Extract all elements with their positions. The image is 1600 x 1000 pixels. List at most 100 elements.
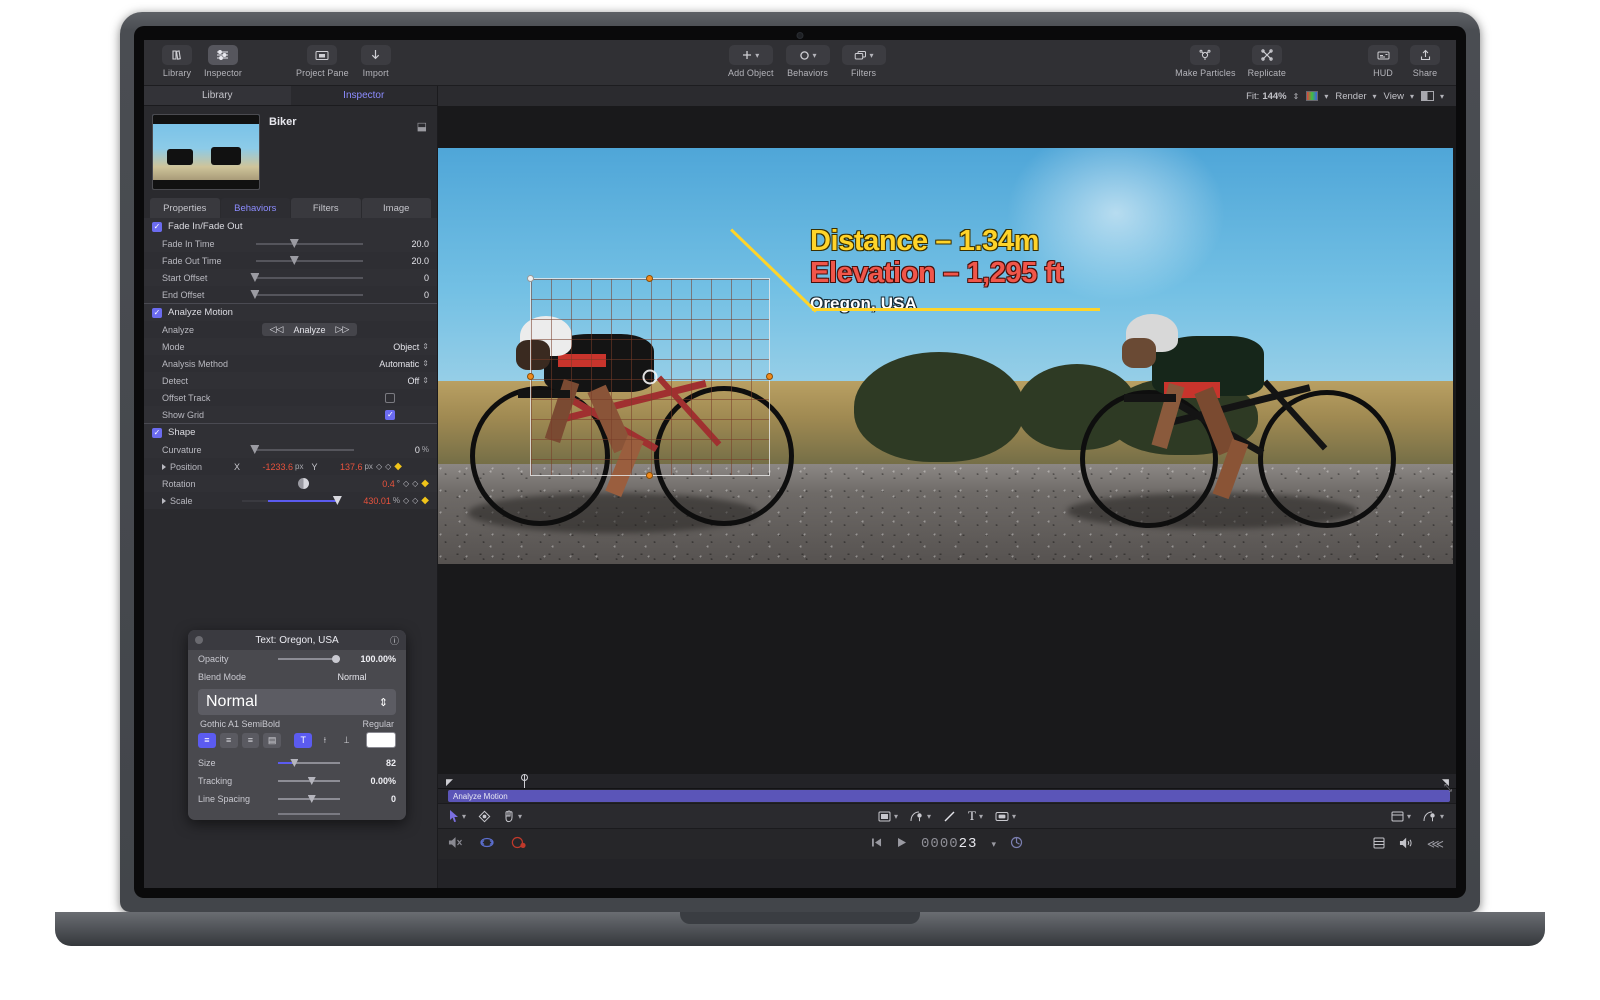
size-value[interactable]: 82 bbox=[348, 758, 396, 768]
shape-checkbox[interactable]: ✓ bbox=[152, 427, 162, 438]
end-offset-value[interactable]: 0 bbox=[371, 290, 429, 300]
overlay-elevation-text[interactable]: Elevation – 1,295 ft bbox=[810, 258, 1140, 289]
channels-control[interactable]: ▾ bbox=[1306, 91, 1328, 101]
keyframe-add-icon[interactable]: ◆ bbox=[421, 478, 429, 489]
align-left-icon[interactable]: ≡ bbox=[198, 732, 216, 748]
forward-icon[interactable]: ▷▷ bbox=[336, 324, 350, 335]
blend-mode-select[interactable]: Normal ⇕ bbox=[198, 689, 396, 715]
chevron-down-icon[interactable]: ▾ bbox=[518, 812, 522, 821]
chevron-down-icon[interactable]: ▾ bbox=[927, 812, 931, 821]
record-keyframe-icon[interactable] bbox=[511, 836, 526, 852]
info-icon[interactable]: ⓘ bbox=[390, 634, 399, 647]
pane-tab-library[interactable]: Library bbox=[144, 86, 291, 105]
asset-thumbnail[interactable] bbox=[152, 114, 260, 190]
line-spacing-value[interactable]: 0 bbox=[348, 794, 396, 804]
row-rotation[interactable]: Rotation 0.4 ° ◇ ◇ ◆ bbox=[144, 475, 437, 492]
align-right-icon[interactable]: ≡ bbox=[241, 732, 260, 748]
scale-value[interactable]: 430.01 bbox=[347, 496, 391, 506]
row-show-grid[interactable]: Show Grid ✓ ⇕ bbox=[144, 406, 437, 423]
text-overlay-group[interactable]: Distance – 1.34m Elevation – 1,295 ft Or… bbox=[730, 226, 1140, 314]
scale-slider[interactable] bbox=[234, 495, 347, 507]
text-bottom-align-icon[interactable]: ⟘ bbox=[338, 733, 356, 748]
close-icon[interactable] bbox=[195, 636, 203, 644]
share-button[interactable]: Share bbox=[1404, 40, 1446, 78]
handle-top-center[interactable] bbox=[646, 275, 653, 282]
import-button[interactable]: Import bbox=[355, 40, 397, 78]
fade-in-time-slider[interactable] bbox=[248, 238, 371, 250]
row-start-offset[interactable]: Start Offset 0 bbox=[144, 269, 437, 286]
make-particles-button[interactable]: Make Particles bbox=[1169, 40, 1241, 78]
stepper-icon[interactable]: ⇕ bbox=[422, 376, 429, 385]
position-y-value[interactable]: 137.6 bbox=[320, 462, 363, 472]
inspector-toggle-button[interactable]: Inspector bbox=[198, 40, 248, 78]
pan-hand-tool[interactable]: ▾ bbox=[497, 810, 528, 823]
handle-bottom-center[interactable] bbox=[646, 472, 653, 479]
selection-bounding-box[interactable] bbox=[527, 275, 773, 479]
select-arrow-tool[interactable]: ▾ bbox=[444, 810, 472, 823]
row-curvature[interactable]: Curvature 0 % bbox=[144, 441, 437, 458]
behaviors-button[interactable]: ▾ Behaviors bbox=[780, 40, 836, 78]
analysis-method-value[interactable]: Automatic bbox=[361, 359, 419, 369]
font-name[interactable]: Gothic A1 SemiBold bbox=[200, 719, 280, 729]
analyze-button-group[interactable]: ◁◁ Analyze ▷▷ bbox=[261, 323, 358, 336]
curvature-value[interactable]: 0 bbox=[362, 445, 420, 455]
detect-value[interactable]: Off bbox=[361, 376, 419, 386]
replicate-button[interactable]: Replicate bbox=[1242, 40, 1292, 78]
opacity-slider[interactable] bbox=[278, 655, 340, 663]
analyze-motion-checkbox[interactable]: ✓ bbox=[152, 307, 162, 318]
play-icon[interactable] bbox=[896, 837, 907, 851]
disclosure-triangle-icon[interactable] bbox=[162, 463, 166, 470]
view-menu[interactable]: View ▾ bbox=[1384, 91, 1414, 102]
chevron-down-icon[interactable]: ▾ bbox=[979, 812, 983, 821]
row-position[interactable]: Position X -1233.6 px Y 137.6 px ◇ ◇ ◆ bbox=[144, 458, 437, 475]
keyframe-next-icon[interactable]: ◇ bbox=[385, 462, 391, 471]
chevron-down-icon[interactable]: ▾ bbox=[1440, 812, 1444, 821]
blend-mode-value[interactable]: Normal bbox=[308, 672, 396, 682]
panel-resize-handle[interactable]: ⤡ bbox=[1444, 783, 1452, 794]
keyframe-next-icon[interactable]: ◇ bbox=[412, 496, 418, 505]
collapse-panel-icon[interactable]: ⋘ bbox=[1427, 837, 1444, 851]
tab-properties[interactable]: Properties bbox=[150, 198, 220, 218]
disclosure-triangle-icon[interactable] bbox=[162, 497, 166, 504]
text-middle-align-icon[interactable]: ⟊ bbox=[316, 733, 334, 748]
end-offset-slider[interactable] bbox=[248, 289, 371, 301]
row-detect[interactable]: Detect Off ⇕ bbox=[144, 372, 437, 389]
filters-button[interactable]: ▾ Filters bbox=[836, 40, 892, 78]
font-style[interactable]: Regular bbox=[362, 719, 394, 729]
text-color-swatch[interactable] bbox=[365, 732, 396, 748]
rewind-icon[interactable]: ◁◁ bbox=[270, 324, 284, 335]
opacity-value[interactable]: 100.00% bbox=[348, 654, 396, 664]
transform-tool[interactable] bbox=[472, 810, 497, 823]
hud-row-opacity[interactable]: Opacity 100.00% bbox=[188, 650, 406, 668]
lock-icon[interactable]: ⬓ bbox=[417, 120, 427, 133]
row-analysis-method[interactable]: Analysis Method Automatic ⇕ bbox=[144, 355, 437, 372]
group-fade-in-fade-out[interactable]: ✓ Fade In/Fade Out bbox=[144, 218, 437, 235]
timeline-ruler[interactable]: ◤ ◥ bbox=[438, 774, 1456, 789]
handle-middle-left[interactable] bbox=[527, 373, 534, 380]
row-analyze[interactable]: Analyze ◁◁ Analyze ▷▷ bbox=[144, 321, 437, 338]
viewer-canvas[interactable]: Distance – 1.34m Elevation – 1,295 ft Or… bbox=[438, 148, 1453, 564]
hud-row-tracking[interactable]: Tracking 0.00% bbox=[188, 772, 406, 790]
transform-center-point[interactable] bbox=[642, 369, 658, 385]
start-offset-value[interactable]: 0 bbox=[371, 273, 429, 283]
align-justify-icon[interactable]: ▤ bbox=[263, 732, 281, 748]
timecode-display[interactable]: 000023 bbox=[921, 836, 977, 852]
curvature-slider[interactable] bbox=[248, 444, 362, 456]
keyframe-add-icon[interactable]: ◆ bbox=[421, 495, 429, 506]
tracking-value[interactable]: 0.00% bbox=[348, 776, 396, 786]
render-menu[interactable]: Render ▾ bbox=[1335, 91, 1376, 102]
fade-in-time-value[interactable]: 20.0 bbox=[371, 239, 429, 249]
stepper-icon[interactable]: ⇕ bbox=[422, 359, 429, 368]
row-scale[interactable]: Scale 430.01 % ◇ ◇ ◆ bbox=[144, 492, 437, 509]
fade-out-time-slider[interactable] bbox=[248, 255, 371, 267]
row-mode[interactable]: Mode Object ⇕ bbox=[144, 338, 437, 355]
mode-value[interactable]: Object bbox=[361, 342, 419, 352]
chevron-down-icon[interactable]: ▾ bbox=[894, 812, 898, 821]
chevron-down-icon[interactable]: ▾ bbox=[1407, 812, 1411, 821]
behavior-track-analyze-motion[interactable]: Analyze Motion bbox=[448, 790, 1450, 802]
offset-track-checkbox[interactable] bbox=[385, 392, 396, 403]
row-end-offset[interactable]: End Offset 0 bbox=[144, 286, 437, 303]
rotation-value[interactable]: 0.4 bbox=[359, 479, 395, 489]
tab-image[interactable]: Image bbox=[361, 198, 431, 218]
library-toggle-button[interactable]: Library bbox=[156, 40, 198, 78]
